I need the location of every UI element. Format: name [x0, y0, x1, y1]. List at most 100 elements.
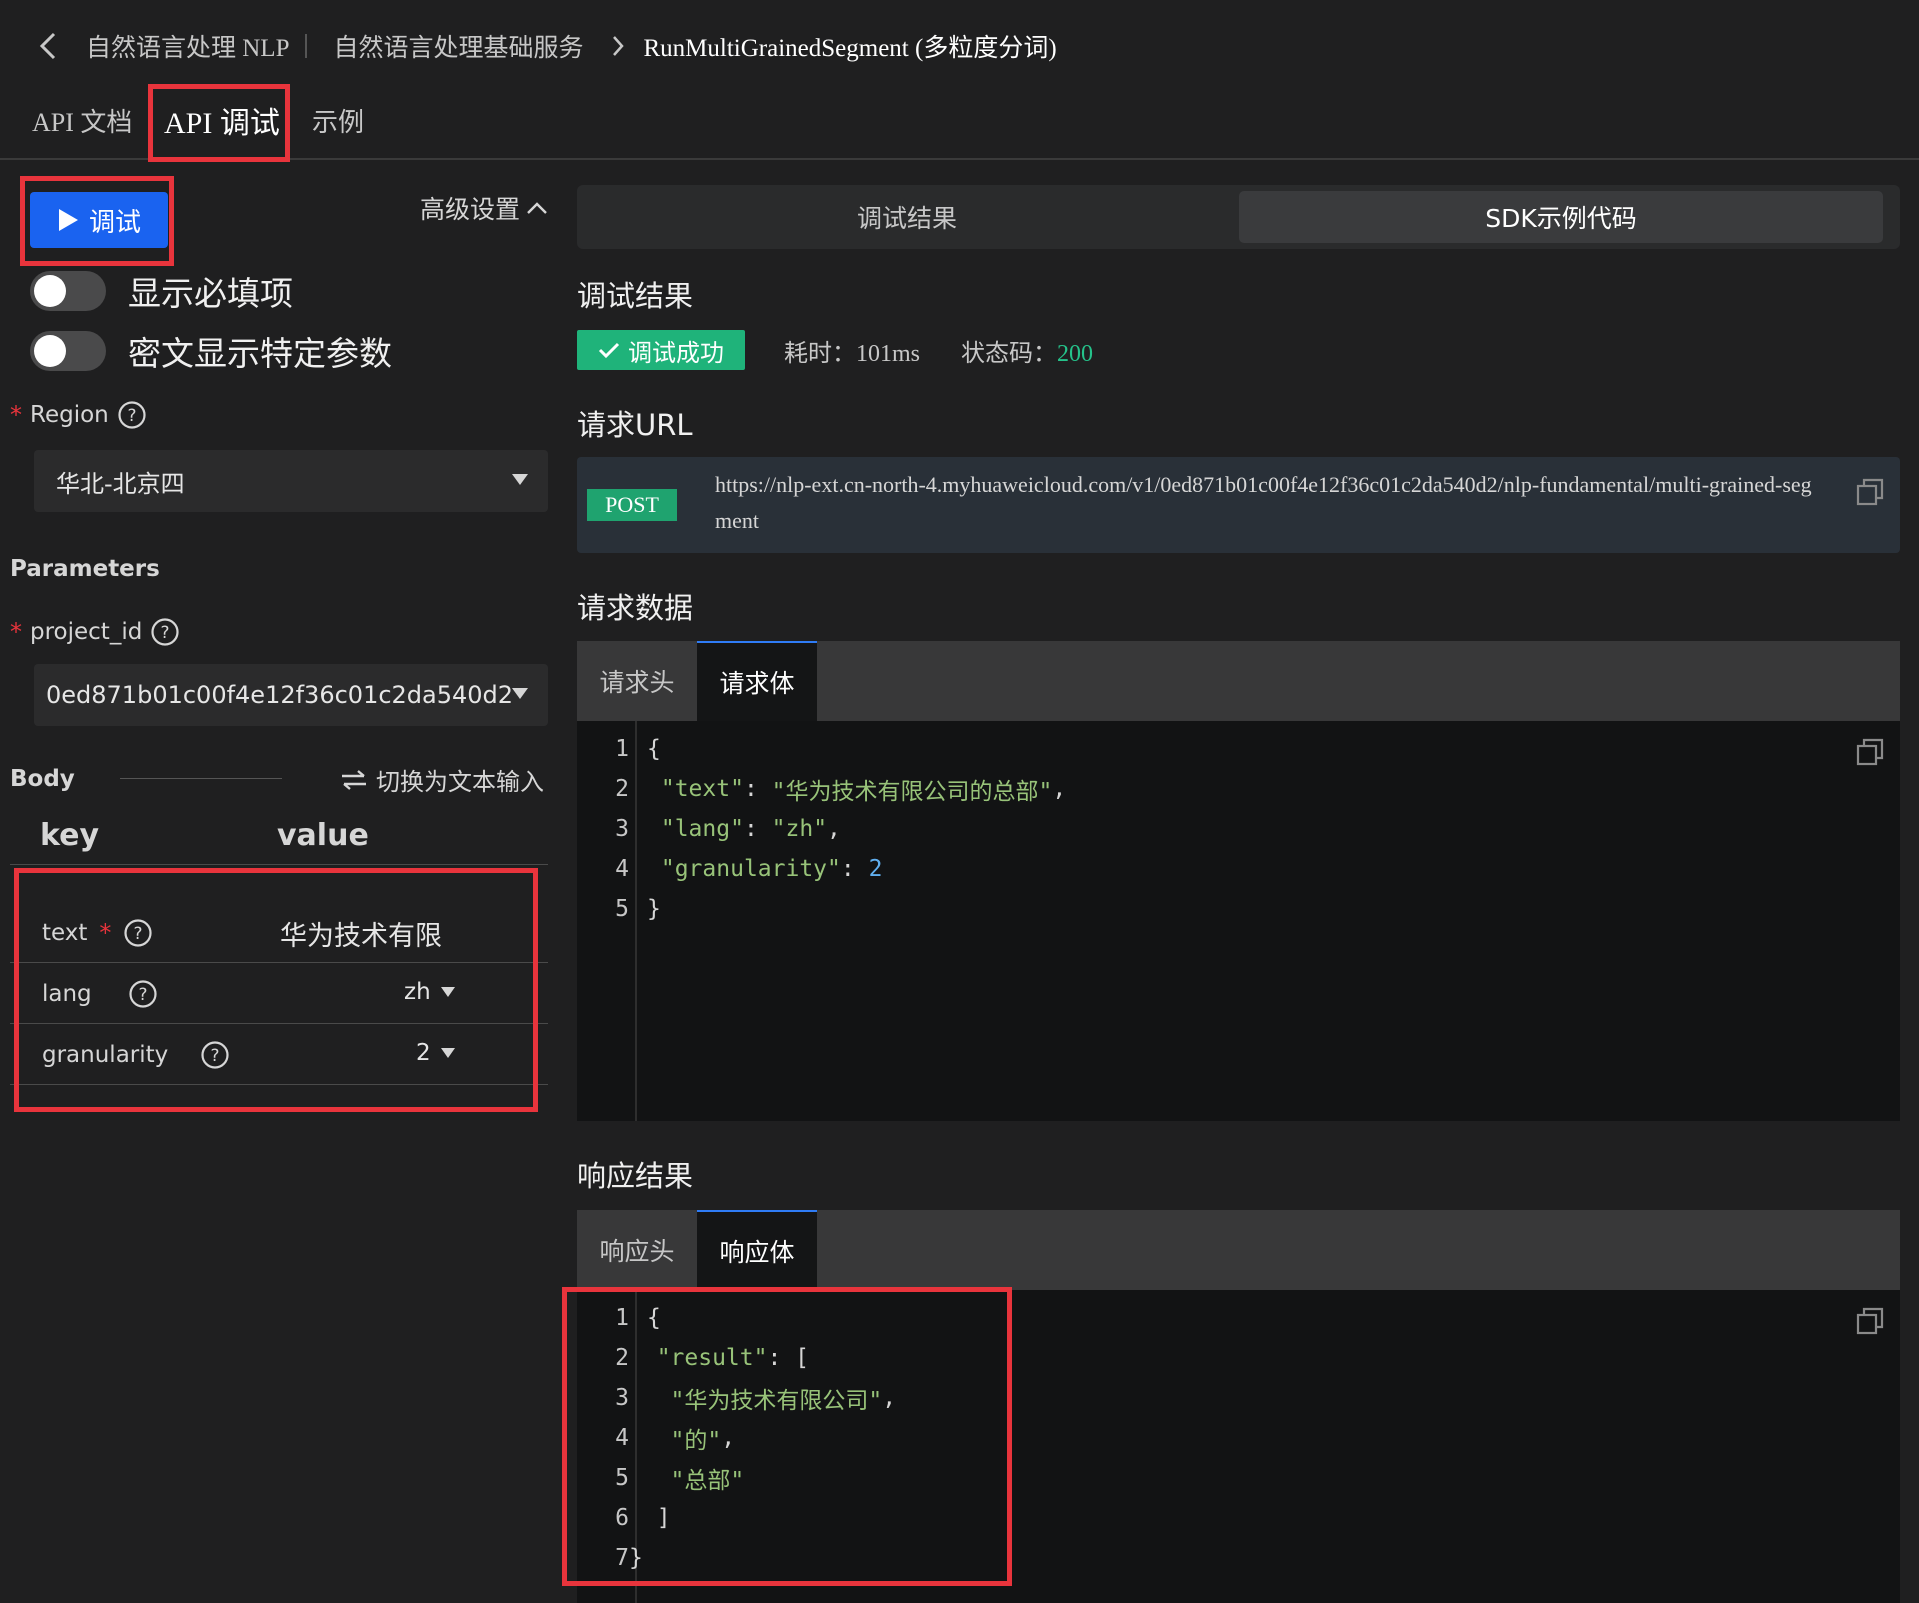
code-text: { [647, 1305, 661, 1331]
json-key: "result" [629, 1345, 768, 1371]
region-label-text: Region [30, 402, 109, 428]
help-icon[interactable]: ? [117, 400, 147, 430]
back-chevron-icon[interactable] [36, 31, 62, 61]
copy-icon[interactable] [1855, 1306, 1885, 1336]
json-colon: : [840, 856, 869, 882]
svg-text:?: ? [161, 623, 170, 643]
line-number: 1 [615, 1305, 629, 1331]
code-line: 2 "text": "华为技术有限公司的总部", [577, 769, 1066, 809]
code-line: 3 "华为技术有限公司", [577, 1378, 896, 1418]
tab-request-body[interactable]: 请求体 [697, 641, 817, 721]
request-url-box: POST https://nlp-ext.cn-north-4.myhuawei… [577, 457, 1900, 553]
request-data-title: 请求数据 [577, 591, 694, 625]
status-code-label: 状态码： [961, 341, 1057, 367]
tab-api-debug[interactable]: API 调试 [164, 82, 280, 158]
run-debug-button[interactable]: 调试 [30, 192, 168, 248]
segment-sdk-code[interactable]: SDK示例代码 [1239, 191, 1883, 243]
project-id-value: 0ed871b01c00f4e12f36c01c2da540d2 [46, 681, 514, 709]
lang-key: lang ? [42, 979, 158, 1009]
region-label: * Region ? [10, 400, 147, 430]
breadcrumb: 自然语言处理 NLP 自然语言处理基础服务 RunMultiGrainedSeg… [36, 24, 1057, 68]
code-line: 2 "result": [ [577, 1338, 809, 1378]
body-title: Body [10, 766, 75, 792]
table-header-divider [10, 864, 548, 865]
advanced-settings-toggle[interactable]: 高级设置 [420, 190, 548, 226]
breadcrumb-nlp[interactable]: 自然语言处理 NLP [86, 28, 289, 64]
http-method-badge: POST [587, 489, 677, 521]
code-line: 5 "总部" [577, 1458, 744, 1498]
segment-debug-result[interactable]: 调试结果 [577, 185, 1237, 249]
line-number: 2 [615, 1345, 629, 1371]
caret-down-icon [440, 987, 455, 997]
cipher-display-switch[interactable] [30, 331, 106, 371]
help-icon[interactable]: ? [150, 617, 180, 647]
tab-response-body[interactable]: 响应体 [697, 1210, 817, 1290]
row-divider [10, 962, 548, 963]
region-select[interactable]: 华北-北京四 [34, 450, 548, 512]
lang-select[interactable]: zh [404, 979, 455, 1005]
breadcrumb-current: RunMultiGrainedSegment (多粒度分词) [643, 35, 1057, 62]
top-tabs: API 文档 API 调试 示例 [0, 82, 1919, 160]
status-code: 状态码：200 [961, 333, 1093, 368]
tab-examples[interactable]: 示例 [312, 82, 364, 158]
elapsed-time-label: 耗时： [784, 341, 856, 367]
json-key: "granularity" [660, 856, 841, 882]
project-id-label: * project_id ? [10, 617, 180, 647]
copy-icon[interactable] [1855, 477, 1885, 507]
json-key: "text" [660, 776, 744, 802]
show-required-label: 显示必填项 [128, 274, 293, 313]
text-key: text * ? [42, 918, 153, 948]
debug-result-title: 调试结果 [577, 279, 694, 313]
code-line: 1{ [577, 729, 661, 769]
tab-request-headers[interactable]: 请求头 [577, 641, 697, 721]
region-value: 华北-北京四 [56, 469, 185, 498]
svg-text:?: ? [138, 985, 147, 1005]
breadcrumb-basic-service[interactable]: 自然语言处理基础服务 [333, 28, 583, 64]
switch-text-input-button[interactable]: 切换为文本输入 [340, 762, 544, 797]
request-url-title: 请求URL [577, 408, 693, 442]
line-number: 2 [615, 776, 629, 802]
svg-text:?: ? [127, 406, 136, 426]
required-asterisk: * [99, 919, 112, 947]
json-string: "zh" [771, 816, 828, 842]
request-body-editor[interactable]: 1{ 2 "text": "华为技术有限公司的总部", 3 "lang": "z… [577, 721, 1900, 1121]
tab-api-doc[interactable]: API 文档 [32, 82, 132, 158]
row-divider [10, 1084, 548, 1085]
json-colon: : [743, 816, 772, 842]
breadcrumb-separator [305, 34, 308, 58]
json-punct: : [ [767, 1345, 810, 1371]
show-required-switch[interactable] [30, 271, 106, 311]
help-icon[interactable]: ? [123, 918, 153, 948]
granularity-select[interactable]: 2 [416, 1040, 455, 1066]
json-string: "华为技术有限公司" [629, 1388, 883, 1414]
copy-icon[interactable] [1855, 737, 1885, 767]
required-asterisk: * [10, 401, 22, 429]
result-segmented-control: 调试结果 SDK示例代码 [577, 185, 1900, 249]
code-text: } [647, 896, 661, 922]
check-icon [598, 342, 620, 359]
granularity-key: granularity ? [42, 1040, 230, 1070]
caret-down-icon [512, 474, 528, 485]
code-text: } [629, 1545, 643, 1571]
project-id-select[interactable]: 0ed871b01c00f4e12f36c01c2da540d2 [34, 664, 548, 726]
help-icon[interactable]: ? [128, 979, 158, 1009]
json-string: "的" [629, 1428, 722, 1454]
switch-knob [34, 275, 66, 307]
cipher-display-row: 密文显示特定参数 [30, 326, 392, 376]
json-comma: , [721, 1425, 736, 1451]
granularity-value: 2 [416, 1040, 431, 1066]
code-text: ] [629, 1505, 671, 1531]
swap-icon [342, 769, 366, 790]
request-url-text: https://nlp-ext.cn-north-4.myhuaweicloud… [715, 472, 1812, 533]
line-number: 3 [615, 816, 629, 842]
value-column-header: value [277, 818, 369, 853]
response-body-viewer[interactable]: 1{ 2 "result": [ 3 "华为技术有限公司", 4 "的", 5 … [577, 1290, 1900, 1603]
status-badge-label: 调试成功 [628, 338, 724, 367]
parameters-title: Parameters [10, 556, 160, 582]
help-icon[interactable]: ? [200, 1040, 230, 1070]
key-column-header: key [40, 818, 100, 853]
text-value-input[interactable]: 华为技术有限 [280, 914, 442, 953]
tab-response-headers[interactable]: 响应头 [577, 1210, 697, 1290]
